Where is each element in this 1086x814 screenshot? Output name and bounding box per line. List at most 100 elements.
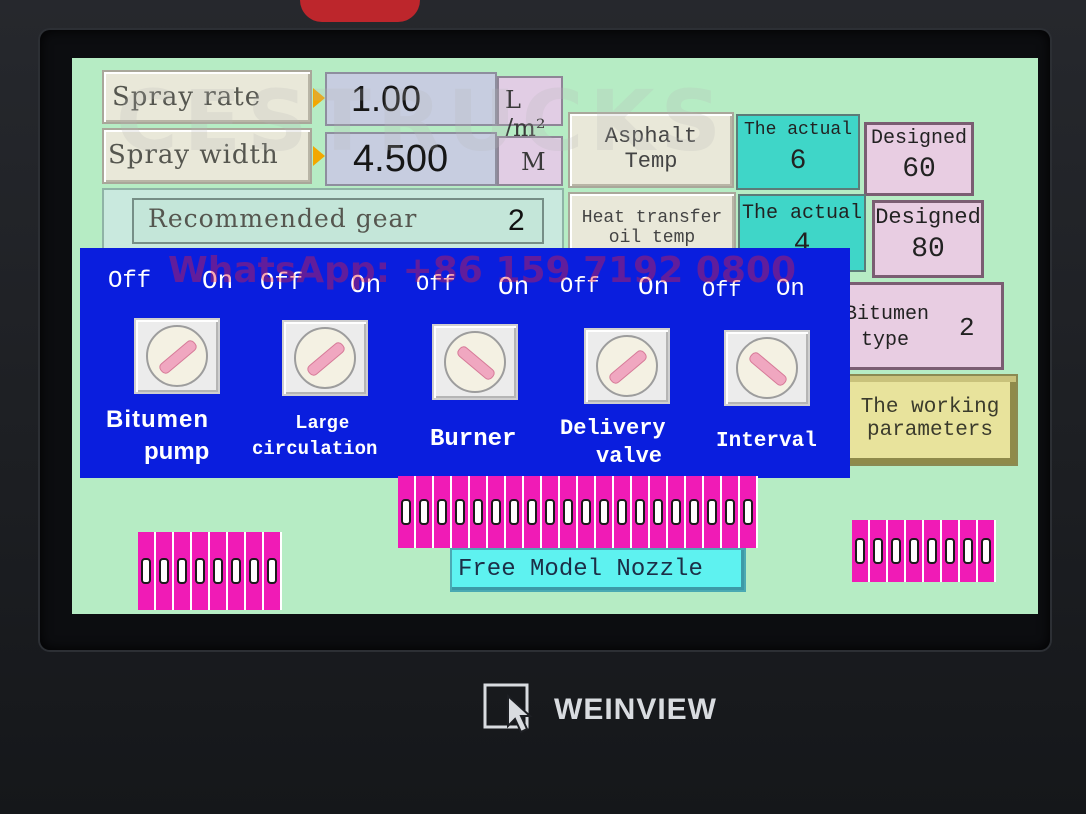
left-nozzle-3[interactable]	[174, 532, 192, 610]
center-nozzle-4[interactable]	[452, 476, 470, 548]
left-nozzle-1[interactable]	[138, 532, 156, 610]
right-nozzle-bar	[852, 520, 996, 582]
spray-rate-unit-text: L /m²	[505, 86, 546, 142]
nozzle-slot-icon	[581, 499, 591, 525]
center-nozzle-11[interactable]	[578, 476, 596, 548]
oil-designed-box[interactable]: Designed 80	[872, 200, 984, 278]
nozzle-slot-icon	[707, 499, 717, 525]
bitumen-type-box[interactable]: Bitumen type 2	[838, 282, 1004, 370]
delivery-valve-switch[interactable]	[584, 328, 670, 404]
spray-rate-value-field[interactable]: 1.00	[325, 72, 497, 126]
spray-width-label: Spray width	[102, 128, 312, 184]
switch-panel: Off On Bitumen pump Off On Large circula…	[80, 248, 850, 478]
center-nozzle-19[interactable]	[722, 476, 740, 548]
left-nozzle-8[interactable]	[264, 532, 282, 610]
burner-knob-icon	[444, 331, 506, 393]
bitumen-type-value: 2	[959, 313, 975, 343]
spray-rate-value: 1.00	[351, 78, 422, 119]
right-nozzle-7[interactable]	[960, 520, 978, 582]
spray-width-value: 4.500	[353, 137, 449, 180]
switch-5-off-label: Off	[702, 278, 742, 303]
center-nozzle-20[interactable]	[740, 476, 758, 548]
switch-1-off-label: Off	[108, 268, 152, 295]
large-circulation-knob-icon	[294, 327, 356, 389]
bitumen-pump-switch[interactable]	[134, 318, 220, 394]
nozzle-slot-icon	[545, 499, 555, 525]
nozzle-slot-icon	[419, 499, 429, 525]
right-nozzle-1[interactable]	[852, 520, 870, 582]
switch-5-label-line1: Interval	[716, 430, 817, 453]
center-nozzle-8[interactable]	[524, 476, 542, 548]
right-nozzle-4[interactable]	[906, 520, 924, 582]
nozzle-slot-icon	[945, 538, 955, 564]
working-parameters-button[interactable]: The working parameters	[842, 374, 1018, 466]
center-nozzle-18[interactable]	[704, 476, 722, 548]
right-nozzle-6[interactable]	[942, 520, 960, 582]
center-nozzle-16[interactable]	[668, 476, 686, 548]
right-nozzle-3[interactable]	[888, 520, 906, 582]
left-nozzle-5[interactable]	[210, 532, 228, 610]
center-nozzle-15[interactable]	[650, 476, 668, 548]
right-nozzle-2[interactable]	[870, 520, 888, 582]
asphalt-designed-value: 60	[902, 154, 936, 185]
spray-width-value-field[interactable]: 4.500	[325, 132, 497, 186]
asphalt-actual-label: The actual	[743, 120, 853, 140]
left-nozzle-7[interactable]	[246, 532, 264, 610]
nozzle-slot-icon	[725, 499, 735, 525]
nozzle-slot-icon	[527, 499, 537, 525]
nozzle-slot-icon	[473, 499, 483, 525]
center-nozzle-7[interactable]	[506, 476, 524, 548]
large-circulation-switch[interactable]	[282, 320, 368, 396]
center-nozzle-10[interactable]	[560, 476, 578, 548]
spray-width-arrow-icon	[313, 146, 325, 166]
left-nozzle-6[interactable]	[228, 532, 246, 610]
left-nozzle-4[interactable]	[192, 532, 210, 610]
nozzle-slot-icon	[671, 499, 681, 525]
nozzle-slot-icon	[873, 538, 883, 564]
bitumen-pump-knob-icon	[146, 325, 208, 387]
spray-rate-unit: L /m²	[497, 76, 563, 142]
switch-3-on-label: On	[498, 272, 530, 302]
oil-temp-line2: oil temp	[608, 228, 696, 248]
center-nozzle-13[interactable]	[614, 476, 632, 548]
switch-4-off-label: Off	[560, 274, 600, 299]
asphalt-designed-box[interactable]: Designed 60	[864, 122, 974, 196]
spray-rate-text: Spray rate	[112, 82, 262, 112]
free-model-nozzle-button[interactable]: Free Model Nozzle	[450, 548, 746, 592]
center-nozzle-12[interactable]	[596, 476, 614, 548]
asphalt-temp-line2: Temp	[624, 149, 678, 174]
bitumen-type-line2: type	[861, 329, 910, 352]
center-nozzle-1[interactable]	[398, 476, 416, 548]
left-nozzle-bar	[138, 532, 282, 610]
center-nozzle-9[interactable]	[542, 476, 560, 548]
spray-width-unit-text: M	[521, 148, 546, 176]
center-nozzle-17[interactable]	[686, 476, 704, 548]
nozzle-slot-icon	[195, 558, 205, 584]
interval-switch[interactable]	[724, 330, 810, 406]
nozzle-slot-icon	[617, 499, 627, 525]
asphalt-temp-label: Asphalt Temp	[568, 112, 734, 188]
asphalt-temp-line1: Asphalt	[604, 124, 698, 149]
right-nozzle-8[interactable]	[978, 520, 996, 582]
center-nozzle-2[interactable]	[416, 476, 434, 548]
nozzle-slot-icon	[689, 499, 699, 525]
switch-2-label-line2: circulation	[252, 438, 378, 460]
spray-width-unit: M	[497, 136, 563, 186]
center-nozzle-5[interactable]	[470, 476, 488, 548]
switch-2-label-line1: Large	[296, 412, 351, 432]
nozzle-slot-icon	[891, 538, 901, 564]
center-nozzle-14[interactable]	[632, 476, 650, 548]
right-nozzle-5[interactable]	[924, 520, 942, 582]
center-nozzle-bar	[398, 476, 758, 548]
nozzle-slot-icon	[599, 499, 609, 525]
spray-rate-label: Spray rate	[102, 70, 312, 124]
recommended-gear-label: Recommended gear	[148, 204, 418, 233]
center-nozzle-6[interactable]	[488, 476, 506, 548]
left-nozzle-2[interactable]	[156, 532, 174, 610]
center-nozzle-3[interactable]	[434, 476, 452, 548]
nozzle-slot-icon	[141, 558, 151, 584]
burner-switch[interactable]	[432, 324, 518, 400]
hmi-screen: Spray rate 1.00 L /m² Spray width 4.500 …	[72, 58, 1038, 614]
oil-designed-value: 80	[911, 234, 945, 265]
recommended-gear-value: 2	[508, 204, 525, 237]
